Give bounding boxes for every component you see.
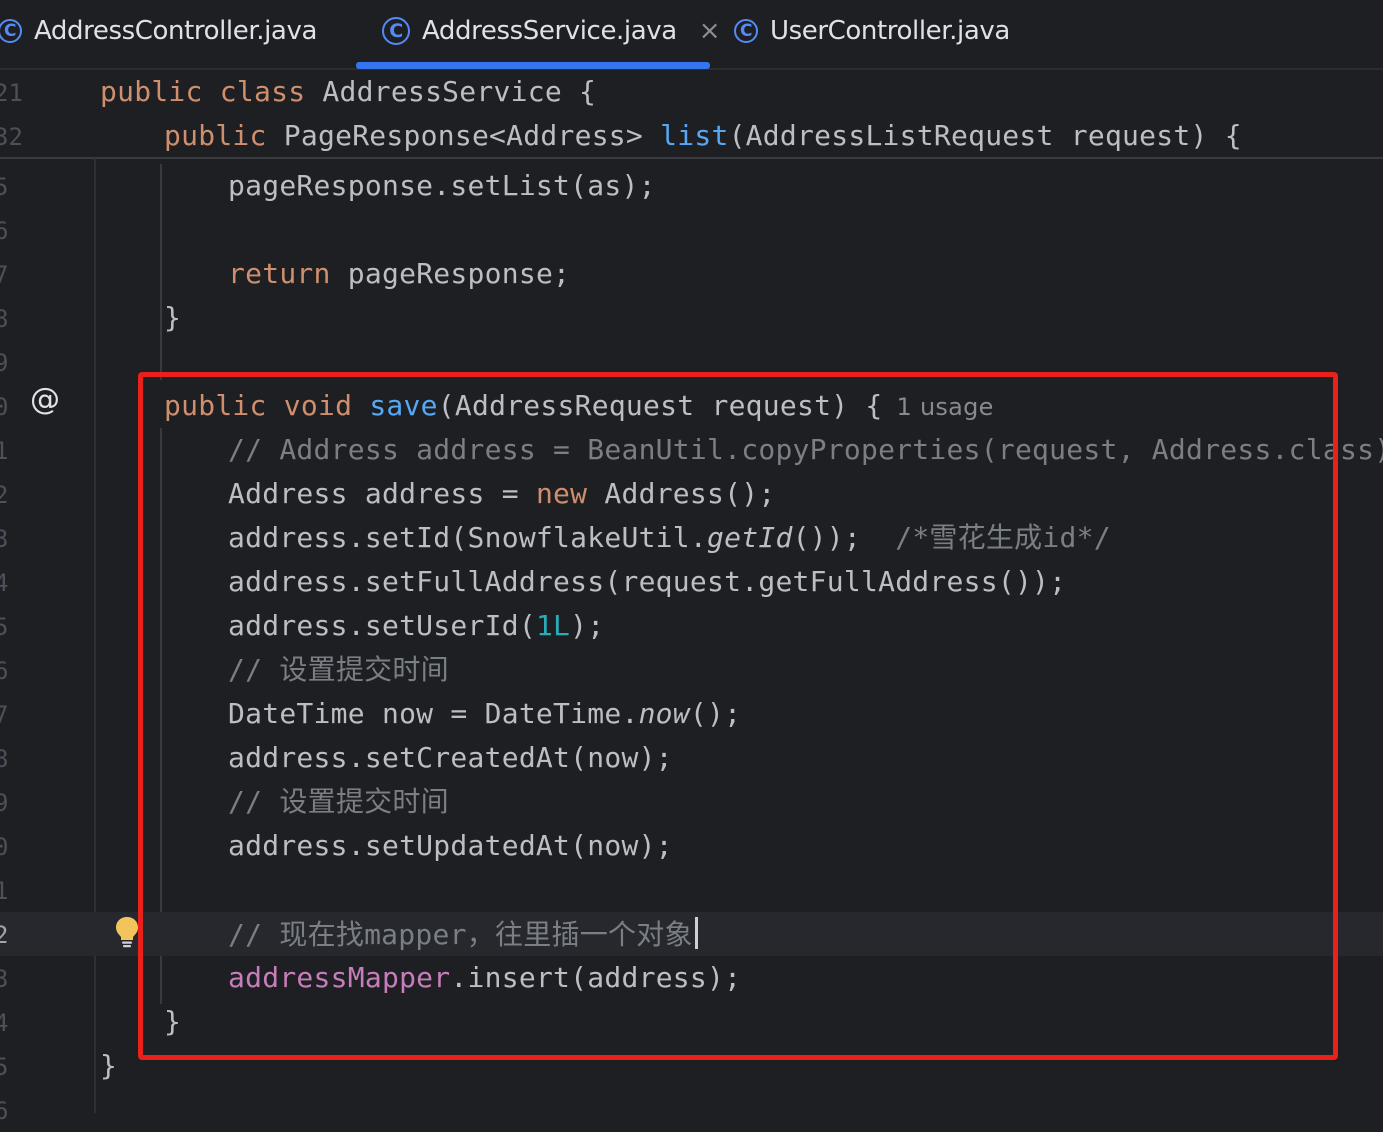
override-at-icon[interactable]: @ xyxy=(30,382,60,417)
code-text: } xyxy=(164,301,182,334)
line-number: 2 xyxy=(0,481,9,509)
class-icon: C xyxy=(734,19,758,43)
code-line: 8 } xyxy=(0,296,1383,340)
line-number: 8 xyxy=(0,745,9,773)
line-number: 1 xyxy=(0,877,9,905)
code-line: 21 public class AddressService { xyxy=(0,70,1383,114)
highlight-annotation-box xyxy=(138,372,1338,1060)
line-number: 9 xyxy=(0,789,9,817)
line-number: 6 xyxy=(0,657,9,685)
code-text: pageResponse.setList(as); xyxy=(228,169,656,202)
code-line: 5 pageResponse.setList(as); xyxy=(0,164,1383,208)
active-tab-indicator xyxy=(356,62,710,69)
line-number: 0 xyxy=(0,833,9,861)
code-line: 6 xyxy=(0,1088,1383,1132)
code-text: } xyxy=(100,1049,118,1082)
line-number: 3 xyxy=(0,525,9,553)
line-number: 21 xyxy=(0,79,23,107)
code-line: 32 public PageResponse<Address> list(Add… xyxy=(0,114,1383,158)
sticky-lines-header: 21 public class AddressService { 32 publ… xyxy=(0,70,1383,159)
line-number: 5 xyxy=(0,173,9,201)
line-number: 7 xyxy=(0,701,9,729)
code-line: 6 xyxy=(0,208,1383,252)
line-number: 7 xyxy=(0,261,9,289)
line-number: 6 xyxy=(0,1097,9,1125)
tab-address-service[interactable]: C AddressService.java × xyxy=(382,0,721,62)
line-number: 3 xyxy=(0,965,9,993)
line-number: 6 xyxy=(0,217,9,245)
tab-address-controller[interactable]: C AddressController.java xyxy=(0,0,317,62)
tab-label: AddressService.java xyxy=(422,16,677,46)
line-number: 0 xyxy=(0,393,9,421)
lightbulb-icon[interactable] xyxy=(114,915,140,949)
line-number: 4 xyxy=(0,1009,9,1037)
line-number: 32 xyxy=(0,123,23,151)
line-number: 8 xyxy=(0,305,9,333)
line-number: 5 xyxy=(0,1053,9,1081)
line-number: 9 xyxy=(0,349,9,377)
sticky-divider xyxy=(0,157,1383,159)
line-number: 5 xyxy=(0,613,9,641)
class-icon: C xyxy=(0,19,22,43)
tab-label: UserController.java xyxy=(770,16,1010,46)
close-icon[interactable]: × xyxy=(699,16,721,46)
line-number: 1 xyxy=(0,437,9,465)
code-text: return pageResponse; xyxy=(228,257,571,290)
class-icon: C xyxy=(382,17,410,45)
code-line: 7 return pageResponse; xyxy=(0,252,1383,296)
tab-label: AddressController.java xyxy=(34,16,317,46)
line-number: 2 xyxy=(0,921,9,949)
code-text: public class AddressService { xyxy=(100,75,597,108)
tab-user-controller[interactable]: C UserController.java xyxy=(734,0,1010,62)
editor-tab-bar: C AddressController.java C AddressServic… xyxy=(0,0,1383,70)
code-text: public PageResponse<Address> list(Addres… xyxy=(164,119,1242,152)
line-number: 4 xyxy=(0,569,9,597)
